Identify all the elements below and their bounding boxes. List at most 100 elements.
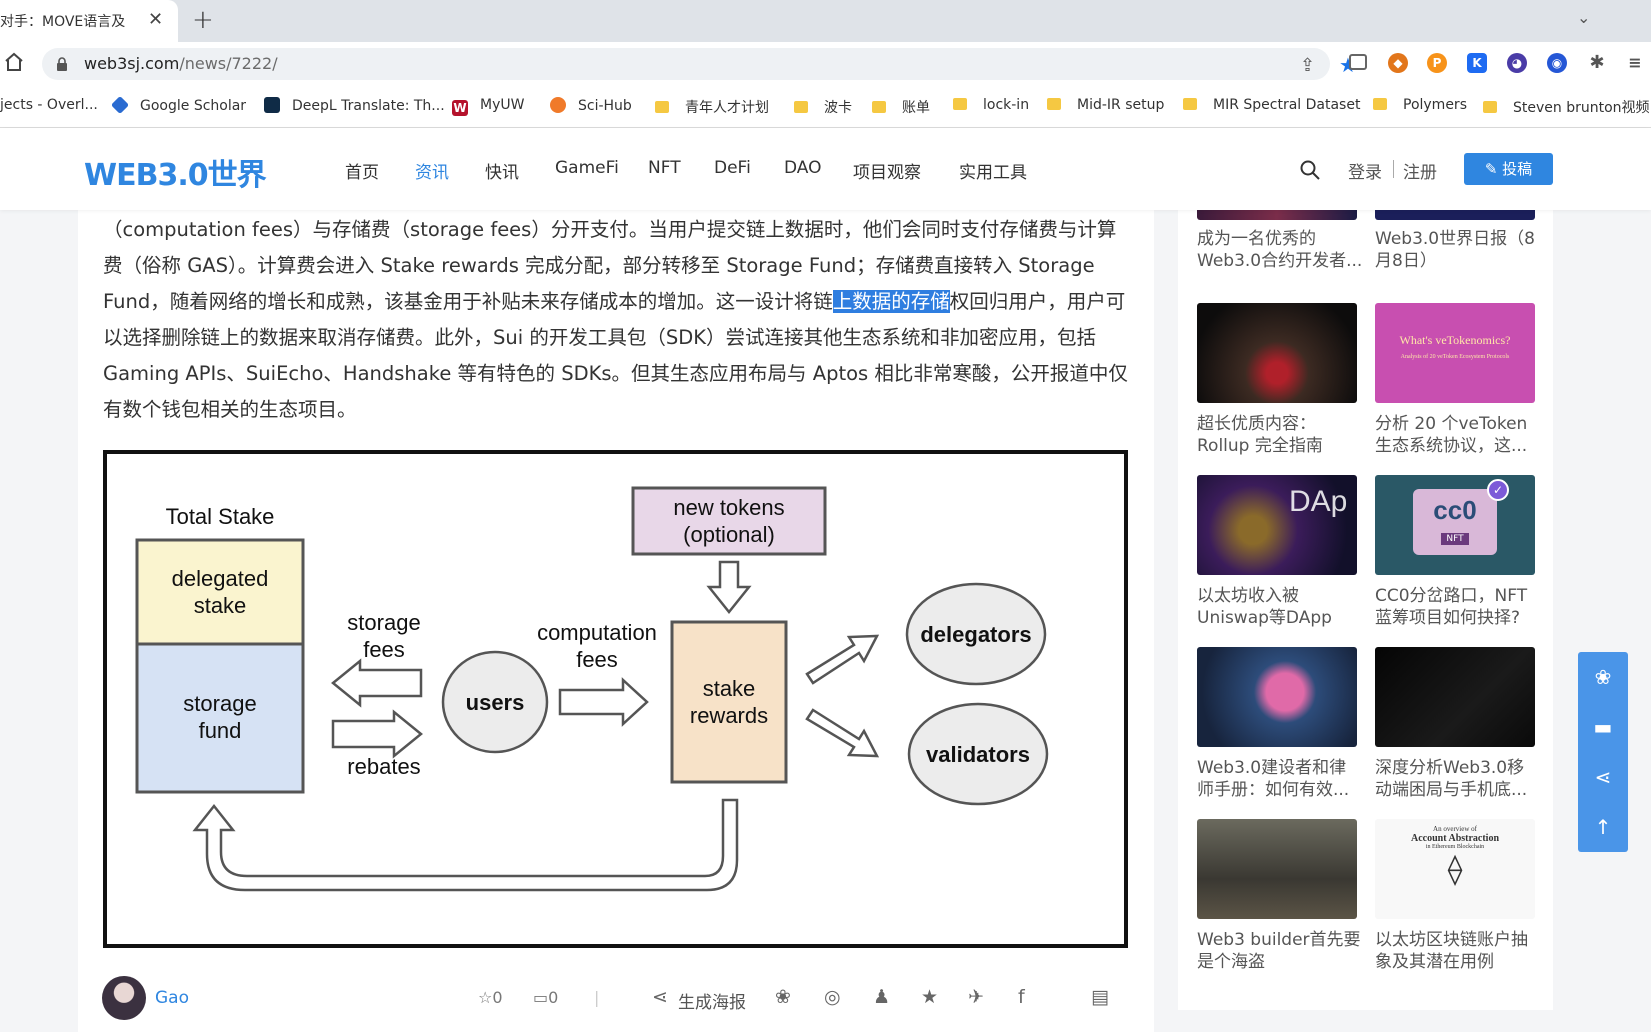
article-title[interactable]: 深度分析Web3.0移动端困局与手机底... [1375,757,1541,801]
bookmark-item[interactable]: Google Scholar [110,95,246,115]
article-title[interactable]: 分析 20 个veToken 生态系统协议，这... [1375,413,1541,457]
folder-icon [1183,98,1197,110]
users-label: users [466,690,525,715]
submit-article-button[interactable]: ✎ 投稿 [1464,153,1553,185]
article-thumbnail[interactable]: What's veTokenomics? Analysis of 20 veTo… [1375,303,1535,403]
total-stake-label: Total Stake [166,504,275,529]
nav-defi[interactable]: DeFi [714,158,751,178]
article-thumbnail[interactable]: An overview of Account Abstraction in Et… [1375,819,1535,919]
bookmark-item[interactable]: DeepL Translate: Th... [264,97,445,114]
bookmark-item[interactable]: Sci-Hub [550,97,632,114]
selected-text[interactable]: 上数据的存储 [832,290,950,313]
article-title[interactable]: Web3.0世界日报（8月8日） [1375,228,1541,272]
weibo-icon[interactable]: ◎ [824,986,841,1008]
nav-home[interactable]: 首页 [345,158,379,183]
new-tab-icon[interactable]: + [192,5,214,35]
related-article-card[interactable]: An overview of Account Abstraction in Et… [1375,819,1535,973]
folder-icon [953,98,967,110]
nav-projects[interactable]: 项目观察 [853,158,921,183]
bookmark-item[interactable]: W MyUW [452,97,524,116]
article-paragraph[interactable]: （computation fees）与存储费（storage fees）分开支付… [103,212,1133,428]
qzone-star-icon[interactable]: ★ [921,986,938,1008]
related-article-card[interactable]: DAp 以太坊收入被Uniswap等DApp超... [1197,475,1357,629]
url-text[interactable]: web3sj.com/news/7222/ [84,54,278,73]
avatar[interactable] [102,976,146,1020]
bookmark-folder[interactable]: MIR Spectral Dataset [1183,97,1360,113]
twitter-icon[interactable]: ✈ [968,986,984,1008]
puzzle-icon[interactable]: ✱ [1587,53,1607,73]
comment-count[interactable]: ▭0 [533,988,558,1007]
extension-icon[interactable]: P [1427,53,1447,73]
related-article-card[interactable]: Web3 builder首先要是个海盗 [1197,819,1361,973]
article-title[interactable]: 成为一名优秀的Web3.0合约开发者... [1197,228,1363,272]
related-article-card[interactable]: Web3.0建设者和律师手册：如何有效... [1197,647,1357,801]
extension-icon[interactable]: ◉ [1547,53,1567,73]
extension-icon[interactable]: ◕ [1507,53,1527,73]
wechat-float-icon[interactable]: ❀ [1578,652,1628,702]
bookmark-folder[interactable]: lock-in [953,97,1029,113]
related-article-card[interactable]: 超长优质内容：Rollup 完全指南 [1197,303,1357,457]
close-tab-icon[interactable]: ✕ [148,9,163,30]
nav-news[interactable]: 资讯 [415,158,449,183]
nav-tools[interactable]: 实用工具 [959,158,1027,183]
bookmark-folder[interactable]: Steven brunton视频 [1483,97,1650,117]
related-article-card[interactable]: 深度分析Web3.0移动端困局与手机底... [1375,647,1535,801]
share-icon[interactable]: ⇪ [1300,55,1315,76]
site-logo[interactable]: WEB3.0世界 [84,150,267,194]
rebates-arrow [331,709,423,759]
wechat-icon[interactable]: ❀ [775,986,791,1008]
article-thumbnail[interactable] [1375,647,1535,747]
bookmark-folder[interactable]: Polymers [1373,97,1467,113]
article-title[interactable]: 以太坊收入被Uniswap等DApp超... [1197,585,1363,629]
reader-icon[interactable] [1349,54,1367,70]
metamask-icon[interactable]: ◆ [1388,53,1408,73]
bookmark-folder[interactable]: 波卡 [794,97,852,117]
thumbnail-subcaption: Analysis of 20 veToken Ecosystem Protoco… [1400,354,1510,360]
optional-label: (optional) [683,522,775,547]
home-icon[interactable] [3,51,25,73]
notes-icon[interactable]: ▤ [1091,986,1109,1008]
qq-icon[interactable]: ♟ [873,986,890,1008]
author-name[interactable]: Gao [155,988,189,1008]
article-title[interactable]: 超长优质内容：Rollup 完全指南 [1197,413,1363,457]
bookmark-folder[interactable]: Mid-IR setup [1047,97,1164,113]
article-thumbnail[interactable]: cc0 NFT ✓ [1375,475,1535,575]
article-thumbnail[interactable] [1197,303,1357,403]
address-bar[interactable]: web3sj.com/news/7222/ ⇪ ★ [42,48,1357,80]
browser-tab[interactable]: 对手：MOVE语言及 ✕ [0,0,178,42]
k-extension-icon[interactable]: K [1467,53,1487,73]
share-icon[interactable]: ⋖ [1578,752,1628,802]
related-article-card[interactable]: What's veTokenomics? Analysis of 20 veTo… [1375,303,1535,457]
nav-dao[interactable]: DAO [784,158,822,178]
back-to-top-icon[interactable]: ↑ [1578,802,1628,852]
thumbnail-caption: What's veTokenomics? [1399,333,1511,347]
related-article-card[interactable]: cc0 NFT ✓ CC0分岔路口，NFT蓝筹项目如何抉择? [1375,475,1535,629]
reading-list-icon[interactable]: ≡ [1625,53,1645,73]
stake-rewards-label: stake [703,676,756,701]
storage-fees-label: storage [347,610,420,635]
facebook-icon[interactable]: f [1018,986,1025,1008]
chat-bubble-icon[interactable]: ▬ [1578,702,1628,752]
nav-nft[interactable]: NFT [648,158,681,178]
bookmark-folder[interactable]: 账单 [872,97,930,117]
generate-poster-button[interactable]: 生成海报 [678,988,746,1013]
article-title[interactable]: Web3.0建设者和律师手册：如何有效... [1197,757,1363,801]
bookmark-folder[interactable]: 青年人才计划 [655,97,769,117]
share-nodes-icon[interactable]: ⋖ [652,986,668,1008]
article-thumbnail[interactable]: DAp [1197,475,1357,575]
nav-gamefi[interactable]: GameFi [555,158,619,178]
article-title[interactable]: 以太坊区块链账户抽象及其潜在用例 [1375,929,1541,973]
register-link[interactable]: 注册 [1403,158,1437,183]
search-icon[interactable] [1300,160,1320,180]
nav-flash[interactable]: 快讯 [485,158,519,183]
article-thumbnail[interactable] [1197,647,1357,747]
favorite-count[interactable]: ☆0 [478,988,503,1007]
article-body: （computation fees）与存储费（storage fees）分开支付… [78,210,1154,1032]
login-link[interactable]: 登录 [1348,158,1382,183]
article-title[interactable]: CC0分岔路口，NFT蓝筹项目如何抉择? [1375,585,1541,629]
article-thumbnail[interactable] [1197,819,1357,919]
article-title[interactable]: Web3 builder首先要是个海盗 [1197,929,1363,973]
bookmark-item[interactable]: jects - Overl... [0,97,98,113]
chevron-down-icon[interactable]: ⌄ [1577,8,1590,27]
lock-icon[interactable] [56,57,68,71]
